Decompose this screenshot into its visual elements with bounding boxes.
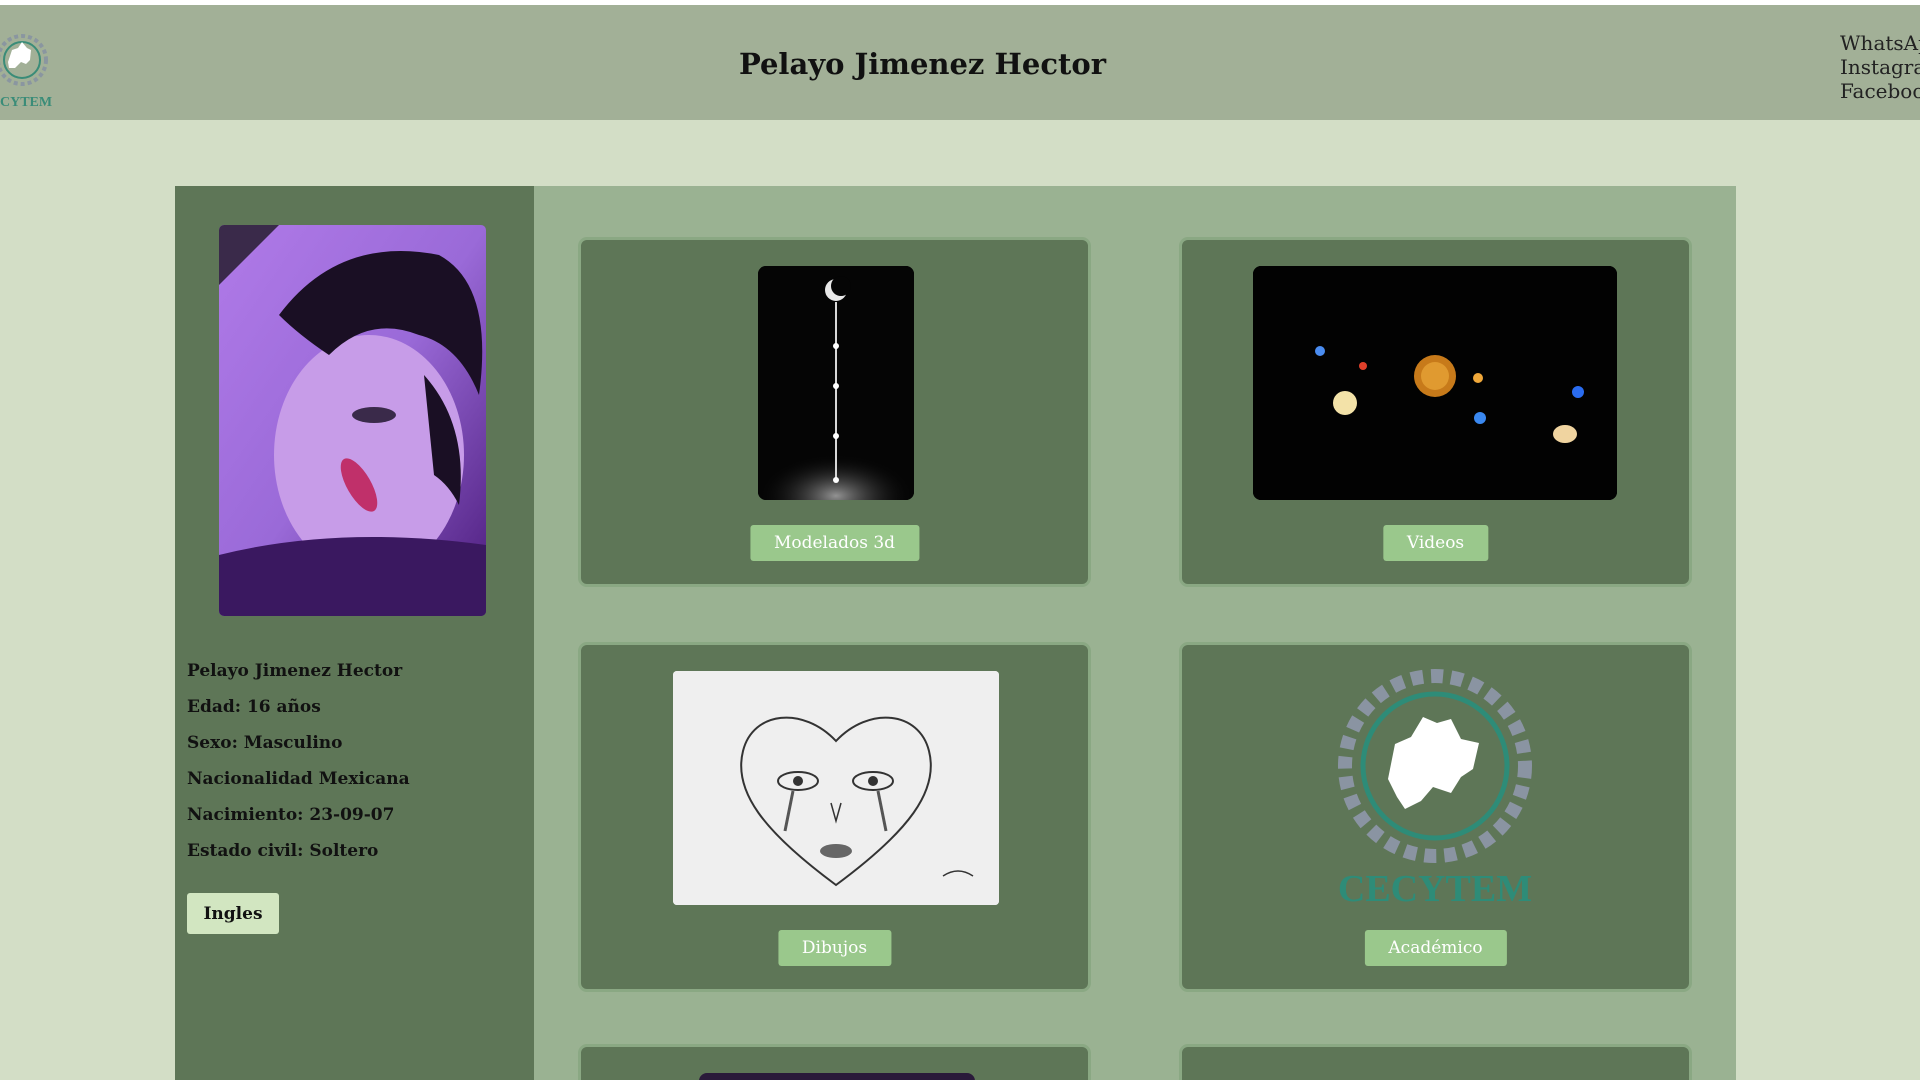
videos-thumbnail[interactable] <box>1253 266 1617 500</box>
profile-photo <box>219 225 486 616</box>
modelados-3d-button[interactable]: Modelados 3d <box>749 525 920 561</box>
info-sex: Sexo: Masculino <box>187 733 343 753</box>
info-name: Pelayo Jimenez Hector <box>187 661 403 681</box>
modelados-3d-thumbnail[interactable] <box>758 266 914 500</box>
ingles-button[interactable]: Ingles <box>187 893 279 934</box>
dibujos-thumbnail[interactable] <box>673 671 999 905</box>
dibujos-button[interactable]: Dibujos <box>777 930 892 966</box>
whatsapp-link[interactable]: WhatsApp <box>1840 31 1920 55</box>
cecytem-logo-icon[interactable]: CECYTEM <box>1333 669 1537 907</box>
cecytem-logo-text: CECYTEM <box>1338 868 1532 907</box>
card-dibujos: Dibujos <box>578 642 1091 992</box>
card-partial-right <box>1179 1044 1692 1080</box>
card-partial-left <box>578 1044 1091 1080</box>
info-nationality: Nacionalidad Mexicana <box>187 769 410 789</box>
social-links: WhatsApp Instagram Facebook <box>1840 31 1920 103</box>
info-age: Edad: 16 años <box>187 697 321 717</box>
info-civil-status: Estado civil: Soltero <box>187 841 379 861</box>
info-birth: Nacimiento: 23-09-07 <box>187 805 395 825</box>
instagram-link[interactable]: Instagram <box>1840 55 1920 79</box>
card-academico: CECYTEM Académico <box>1179 642 1692 992</box>
profile-sidebar: Pelayo Jimenez Hector Edad: 16 años Sexo… <box>175 186 534 1080</box>
partial-thumbnail[interactable] <box>699 1073 975 1080</box>
videos-button[interactable]: Videos <box>1382 525 1489 561</box>
card-videos: Videos <box>1179 237 1692 587</box>
card-modelados-3d: Modelados 3d <box>578 237 1091 587</box>
page-title: Pelayo Jimenez Hector <box>738 47 1107 81</box>
profile-info: Pelayo Jimenez Hector Edad: 16 años Sexo… <box>187 653 410 869</box>
svg-text:CYTEM: CYTEM <box>0 95 52 110</box>
academico-button[interactable]: Académico <box>1364 930 1507 966</box>
main-panel: Pelayo Jimenez Hector Edad: 16 años Sexo… <box>175 186 1736 1080</box>
top-header: CYTEM Pelayo Jimenez Hector WhatsApp Ins… <box>0 0 1920 120</box>
facebook-link[interactable]: Facebook <box>1840 79 1920 103</box>
